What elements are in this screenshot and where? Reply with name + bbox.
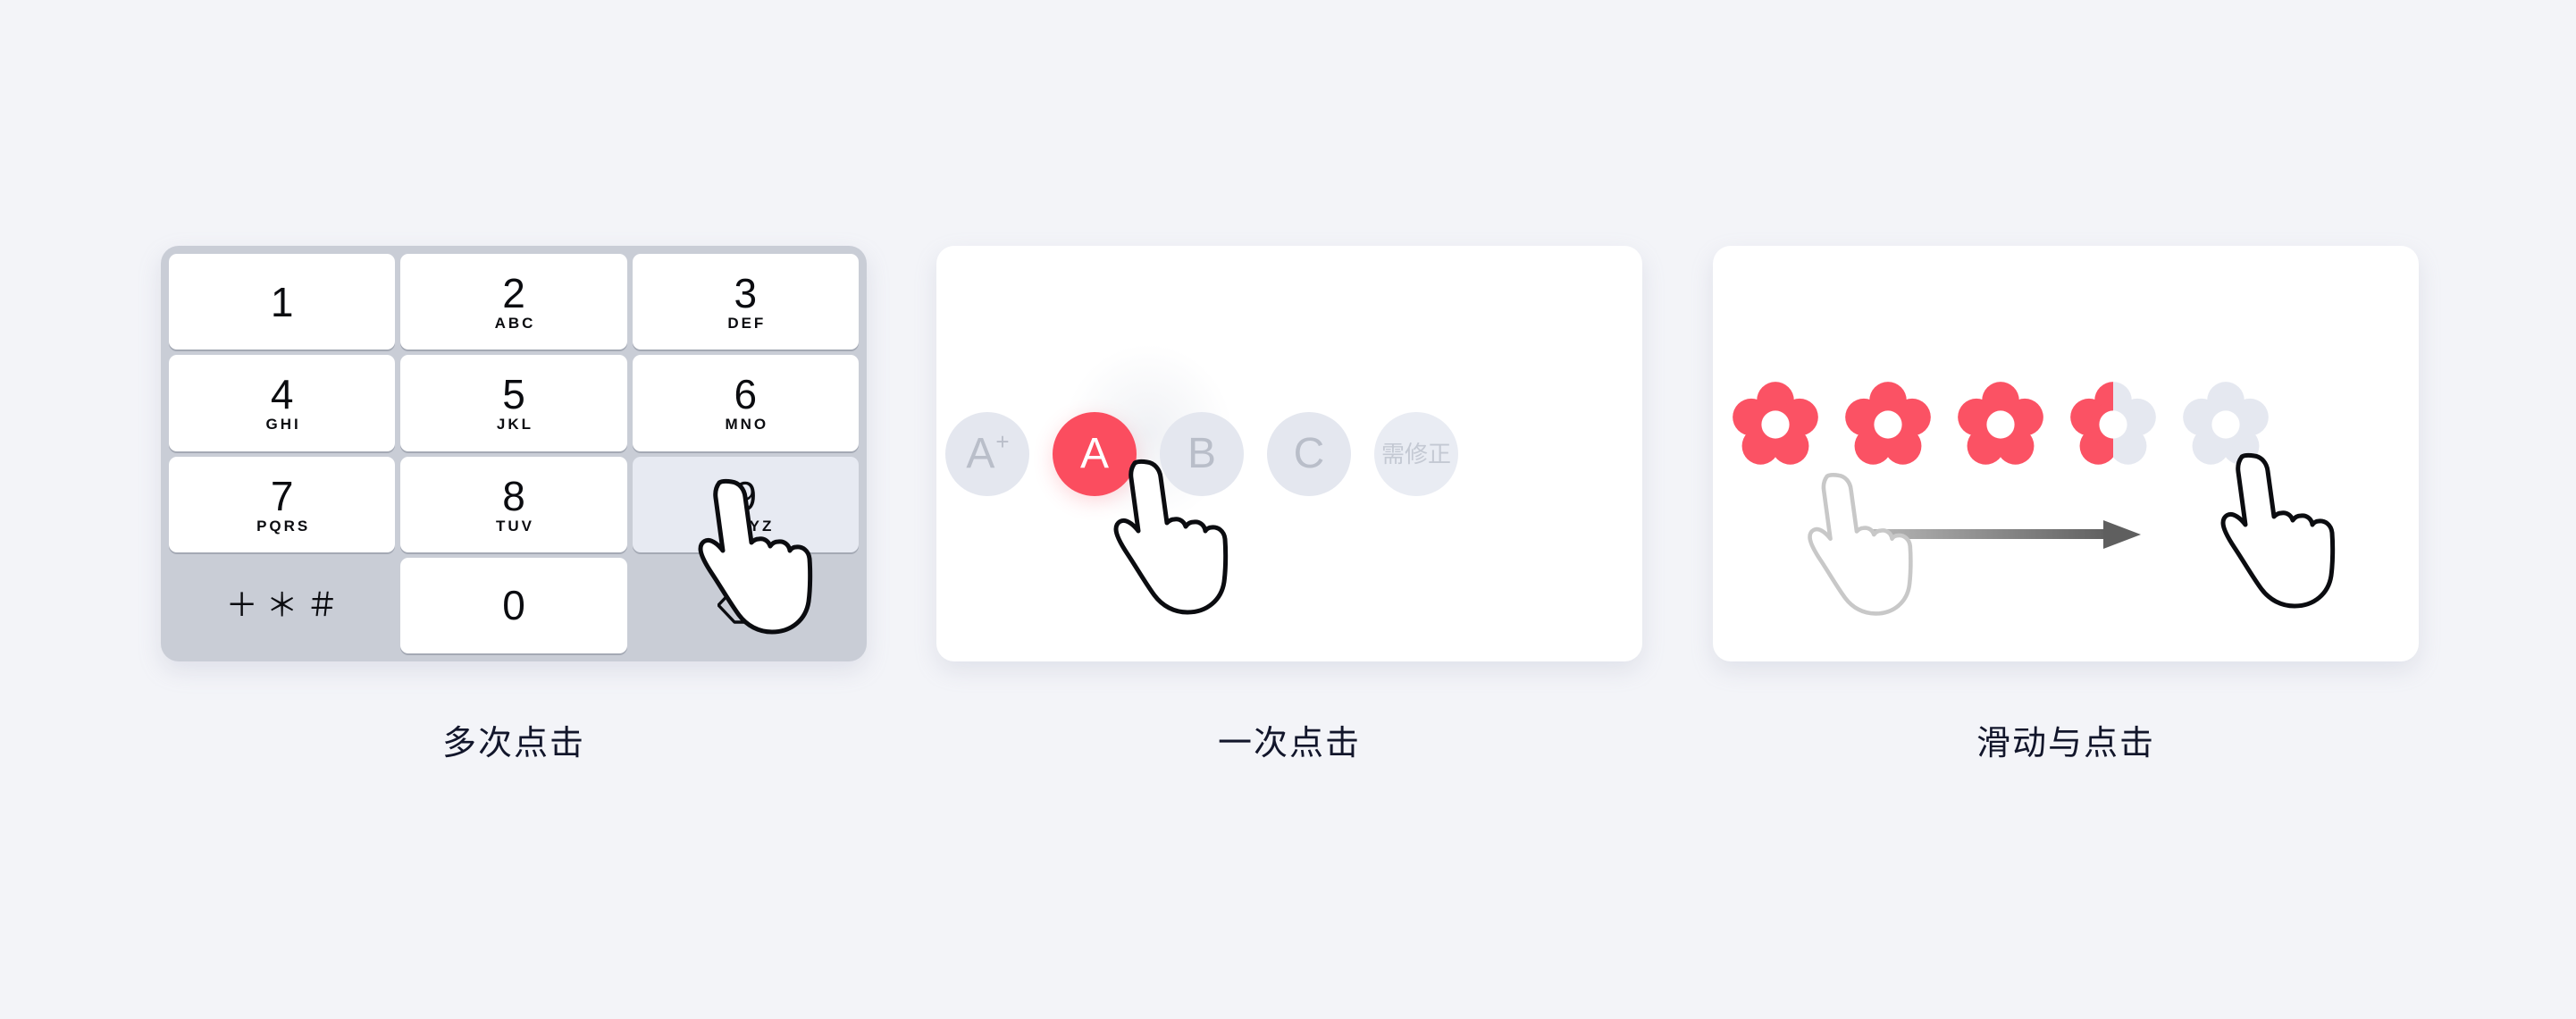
illustration-canvas: 1 2 ABC 3 DEF 4 GHI 5 JKL 6 MNO 7 PQRS 8… — [0, 0, 2576, 1019]
numeric-keypad-panel: 1 2 ABC 3 DEF 4 GHI 5 JKL 6 MNO 7 PQRS 8… — [161, 246, 867, 661]
key-9[interactable]: 9 WXYZ — [632, 456, 859, 552]
key-3[interactable]: 3 DEF — [632, 254, 859, 350]
caption-single-tap: 一次点击 — [1217, 725, 1361, 762]
key-5-letters: JKL — [496, 416, 534, 434]
key-4[interactable]: 4 GHI — [169, 355, 396, 451]
keypad-grid: 1 2 ABC 3 DEF 4 GHI 5 JKL 6 MNO 7 PQRS 8… — [169, 254, 859, 653]
grade-option-row: A + A B C 需修正 — [936, 246, 1642, 661]
key-8-digit: 8 — [502, 472, 525, 519]
single-tap-panel: A + A B C 需修正 — [936, 246, 1642, 661]
key-6[interactable]: 6 MNO — [632, 355, 859, 451]
key-9-digit: 9 — [734, 472, 758, 519]
key-5[interactable]: 5 JKL — [400, 355, 627, 451]
key-8[interactable]: 8 TUV — [400, 456, 627, 552]
key-7-letters: PQRS — [256, 517, 311, 535]
flower-icon-4-half[interactable] — [2067, 378, 2160, 471]
caption-multi-tap: 多次点击 — [441, 725, 585, 762]
grade-option-a-label: A — [1079, 429, 1109, 477]
key-3-digit: 3 — [734, 270, 758, 317]
key-4-letters: GHI — [265, 416, 301, 434]
key-symbols-label: ＋＊＃ — [225, 586, 347, 624]
grade-option-b-label: B — [1187, 429, 1216, 477]
grade-option-a-plus-superscript: + — [995, 427, 1010, 455]
key-4-digit: 4 — [270, 371, 294, 418]
key-0-digit: 0 — [502, 582, 525, 629]
grade-option-needs-revision[interactable]: 需修正 — [1374, 411, 1458, 496]
key-8-letters: TUV — [495, 517, 534, 535]
flower-rating[interactable] — [1729, 378, 2272, 471]
key-2[interactable]: 2 ABC — [400, 254, 627, 350]
flower-icon-5-empty[interactable] — [2179, 378, 2272, 471]
key-3-letters: DEF — [727, 315, 767, 333]
grade-option-a-plus-label: A — [966, 429, 995, 477]
key-7[interactable]: 7 PQRS — [169, 456, 396, 552]
right-arrow-icon — [1839, 520, 2141, 549]
key-6-letters: MNO — [725, 416, 769, 434]
grade-option-a[interactable]: A — [1053, 411, 1137, 496]
grade-option-c-label: C — [1293, 429, 1325, 477]
grade-option-a-plus[interactable]: A + — [945, 411, 1029, 496]
key-2-letters: ABC — [494, 315, 536, 333]
grade-option-b[interactable]: B — [1160, 411, 1244, 496]
key-9-letters: WXYZ — [719, 517, 775, 535]
key-0[interactable]: 0 — [400, 557, 627, 653]
key-2-digit: 2 — [502, 270, 525, 317]
flower-icon-2-full[interactable] — [1842, 378, 1934, 471]
key-5-digit: 5 — [502, 371, 525, 418]
swipe-and-tap-panel — [1713, 246, 2419, 661]
key-1[interactable]: 1 — [169, 254, 396, 350]
grade-option-c[interactable]: C — [1267, 411, 1351, 496]
flower-icon-3-full[interactable] — [1954, 378, 2047, 471]
key-7-digit: 7 — [270, 472, 294, 519]
key-6-digit: 6 — [734, 371, 758, 418]
flower-icon-1-full[interactable] — [1729, 378, 1822, 471]
key-symbols[interactable]: ＋＊＃ — [169, 558, 395, 653]
key-1-digit: 1 — [270, 278, 294, 325]
caption-swipe-and-tap: 滑动与点击 — [1976, 725, 2155, 762]
key-backspace[interactable] — [633, 558, 859, 653]
backspace-icon — [717, 586, 774, 625]
grade-option-needs-revision-label: 需修正 — [1380, 440, 1451, 467]
